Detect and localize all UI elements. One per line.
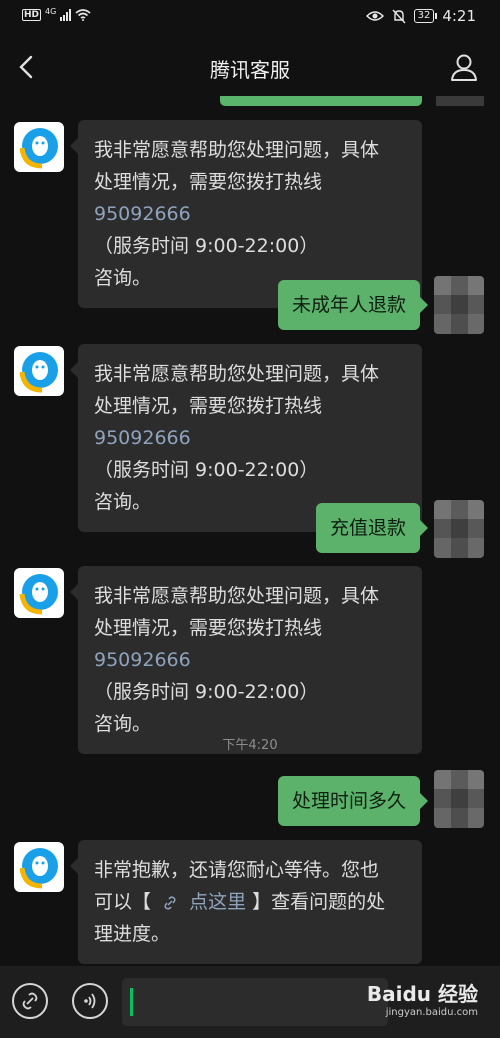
watermark-url: jingyan.baidu.com [385,1007,478,1018]
message-timestamp: 下午4:20 [222,738,278,753]
message-text: 我非常愿意帮助您处理问题，具体 [94,585,380,607]
message-text: 处理情况，需要您拨打热线 [94,617,323,639]
message-text: 可以【 [94,891,152,913]
outgoing-message-bubble[interactable]: 充值退款 [315,503,429,553]
link-icon[interactable] [161,895,179,911]
chat-title: 腾讯客服 [210,58,290,82]
message-text: 我非常愿意帮助您处理问题，具体 [94,363,380,385]
message-text: 处理情况，需要您拨打热线 [94,171,323,193]
qq-service-logo-icon [19,352,58,393]
qq-service-logo-icon [19,574,58,615]
text-cursor [130,988,133,1016]
message-list[interactable]: 我非常愿意帮助您处理问题，具体 处理情况，需要您拨打热线 95092666 （服务… [0,96,500,966]
message-text: 理进度。 [94,923,171,945]
message-text: 】查看问题的处 [252,891,386,913]
service-hours: （服务时间 9:00-22:00） [94,459,319,481]
incoming-message-bubble[interactable]: 我非常愿意帮助您处理问题，具体 处理情况，需要您拨打热线 95092666 （服务… [70,566,422,754]
service-avatar[interactable] [14,122,64,172]
mute-bell-icon [392,9,406,23]
chat-header: 腾讯客服 [0,34,500,100]
qq-service-logo-icon [19,128,58,169]
incoming-message-bubble[interactable]: 非常抱歉，还请您耐心等待。您也 可以【 点这里 】查看问题的处 理进度。 [70,840,422,964]
service-hours: （服务时间 9:00-22:00） [94,235,319,257]
status-bar: HD 4G 32 4:21 [0,0,500,34]
voice-input-button[interactable] [72,983,108,1019]
baidu-jingyan-watermark: Baidu 经验 jingyan.baidu.com [367,978,478,1019]
message-input[interactable] [122,978,388,1026]
eye-icon [365,11,384,21]
profile-icon[interactable] [450,52,478,82]
previous-outgoing-bubble [220,96,422,106]
hotline-number-link[interactable]: 95092666 [94,203,191,225]
voice-icon [84,993,96,1009]
hd-badge: HD [22,9,42,21]
message-text: 处理情况，需要您拨打热线 [94,395,323,417]
service-avatar[interactable] [14,842,64,892]
signal-icon [60,9,72,21]
message-text: 我非常愿意帮助您处理问题，具体 [94,139,380,161]
battery-icon: 32 [413,9,438,23]
network-type: 4G [45,6,57,16]
previous-user-avatar [436,96,484,106]
user-avatar[interactable] [434,276,484,334]
chat-input-bar: Baidu 经验 jingyan.baidu.com [0,966,500,1038]
wifi-icon [75,9,91,21]
link-icon [22,992,38,1010]
link-menu-button[interactable] [12,983,48,1019]
user-avatar[interactable] [434,500,484,558]
outgoing-message-bubble[interactable]: 未成年人退款 [277,280,429,330]
hotline-number-link[interactable]: 95092666 [94,649,191,671]
qq-service-logo-icon [19,848,58,889]
service-avatar[interactable] [14,568,64,618]
user-avatar[interactable] [434,770,484,828]
service-avatar[interactable] [14,346,64,396]
watermark-brand: Baidu 经验 [366,982,478,1006]
check-progress-link[interactable]: 点这里 [189,891,246,913]
message-text: 非常抱歉，还请您耐心等待。您也 [94,859,380,881]
service-hours: （服务时间 9:00-22:00） [94,681,319,703]
outgoing-message-bubble[interactable]: 处理时间多久 [277,776,429,826]
clock: 4:21 [442,7,476,25]
hotline-number-link[interactable]: 95092666 [94,427,191,449]
